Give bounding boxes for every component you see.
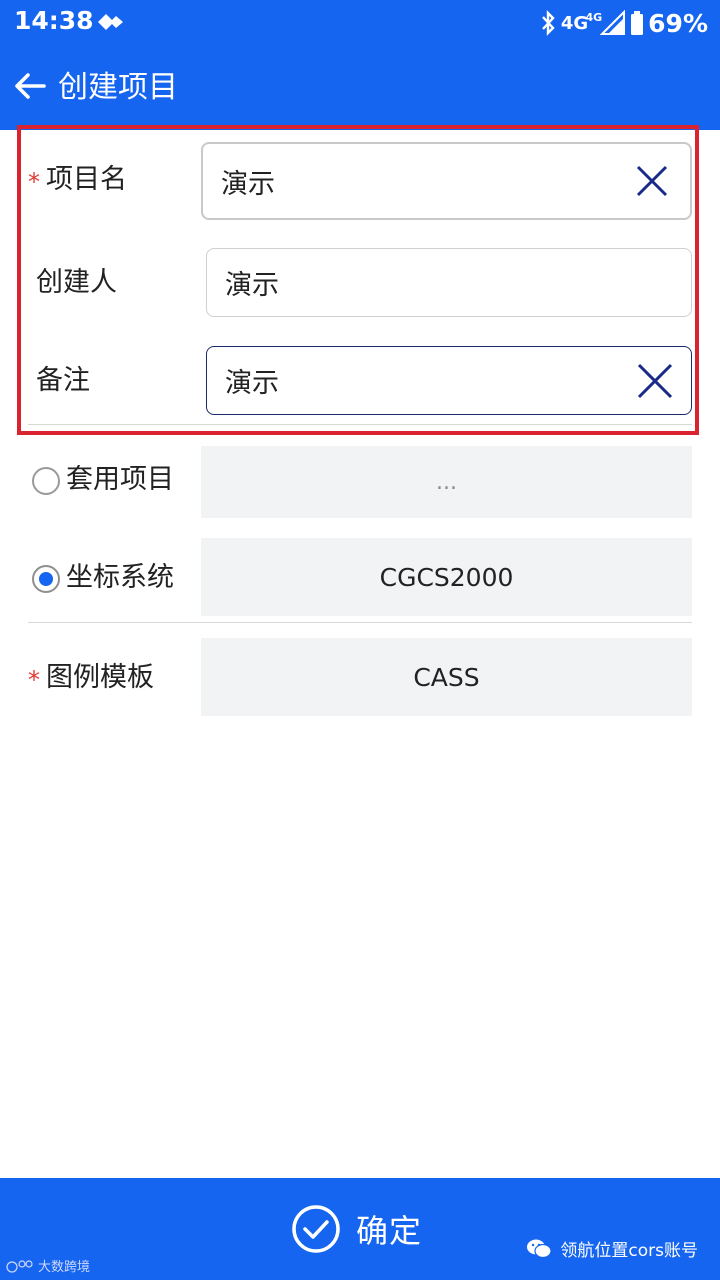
apply-project-label: 套用项目	[66, 464, 174, 495]
bluetooth-icon	[541, 10, 555, 36]
clear-icon[interactable]	[632, 161, 672, 201]
coord-system-select[interactable]: CGCS2000	[201, 538, 692, 616]
coord-system-label: 坐标系统	[66, 562, 174, 593]
clear-icon[interactable]	[635, 361, 675, 401]
battery-icon	[631, 11, 644, 35]
status-time: 14:38	[14, 6, 94, 35]
bottom-bar: 确定 领航位置cors账号 大数跨境	[0, 1178, 720, 1280]
creator-value: 演示	[225, 270, 279, 301]
battery-level: 69%	[648, 8, 708, 38]
brand-logo-icon	[6, 1259, 33, 1273]
signal-icon	[600, 10, 626, 35]
divider	[28, 424, 692, 425]
network-type: 4G 4G	[560, 11, 602, 34]
legend-template-value: CASS	[413, 662, 480, 692]
apply-project-select[interactable]: ...	[201, 446, 692, 518]
project-name-label: 项目名	[46, 164, 127, 195]
required-mark: *	[28, 168, 40, 196]
network-label: 4G	[560, 12, 589, 34]
watermark-brand-text: 大数跨境	[38, 1260, 91, 1275]
remark-input[interactable]: 演示	[206, 346, 692, 415]
remark-label: 备注	[36, 365, 90, 396]
coord-system-value: CGCS2000	[379, 562, 514, 592]
network-sup-label: 4G	[585, 10, 603, 24]
confirm-label: 确定	[356, 1212, 423, 1250]
page-title: 创建项目	[58, 70, 178, 105]
nav-diamond-icon	[98, 14, 123, 30]
legend-template-label: 图例模板	[46, 662, 154, 693]
status-bar: 14:38 4G 4G 69%	[0, 0, 720, 46]
remark-value: 演示	[225, 368, 279, 399]
app-bar: 创建项目	[0, 46, 720, 130]
watermark-account: 领航位置cors账号	[526, 1236, 698, 1261]
back-arrow-icon[interactable]	[10, 66, 50, 106]
project-name-value: 演示	[221, 168, 275, 200]
apply-project-value: ...	[436, 469, 457, 495]
coord-system-radio[interactable]	[32, 565, 60, 593]
wechat-icon	[527, 1239, 553, 1258]
check-circle-icon	[292, 1205, 340, 1253]
legend-template-select[interactable]: CASS	[201, 638, 692, 716]
creator-label: 创建人	[36, 267, 117, 298]
confirm-button[interactable]: 确定	[290, 1200, 422, 1258]
apply-project-radio[interactable]	[32, 467, 60, 495]
required-mark: *	[28, 666, 40, 694]
screen: 14:38 4G 4G 69% 创建项目 * 项目名 演示 创建人 演示 备注 …	[0, 0, 720, 1280]
divider	[28, 622, 692, 623]
status-icons: 4G 4G 69%	[539, 6, 708, 40]
watermark-brand: 大数跨境	[4, 1256, 90, 1275]
watermark-account-text: 领航位置cors账号	[560, 1241, 698, 1261]
creator-input[interactable]: 演示	[206, 248, 692, 317]
project-name-input[interactable]: 演示	[201, 142, 692, 220]
